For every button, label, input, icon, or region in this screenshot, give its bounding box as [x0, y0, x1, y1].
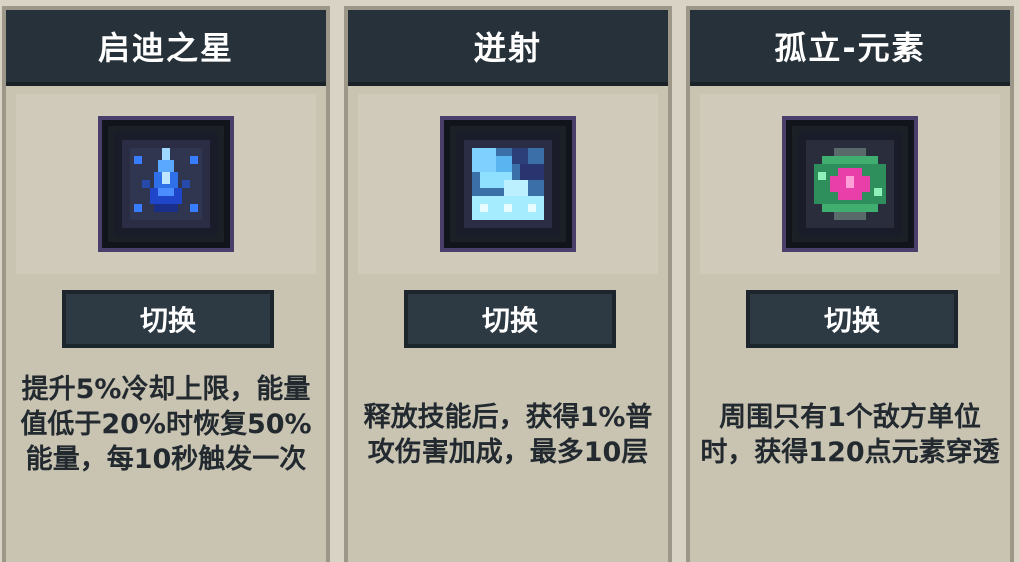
ice-shard-burst-icon	[440, 116, 576, 252]
card-description: 提升5%冷却上限，能量值低于20%时恢复50%能量，每10秒触发一次	[20, 374, 312, 475]
switch-button[interactable]: 切换	[404, 290, 616, 348]
icon-area	[358, 94, 658, 274]
pink-green-element-gem-icon	[782, 116, 918, 252]
card-title: 迸射	[348, 10, 668, 86]
talent-card-3: 孤立-元素 切换 周围只有1个敌方单位时，获得120点元素穿透	[686, 6, 1014, 562]
card-title: 孤立-元素	[690, 10, 1010, 86]
blue-crystal-star-icon	[98, 116, 234, 252]
icon-area	[16, 94, 316, 274]
card-description: 释放技能后，获得1%普攻伤害加成，最多10层	[363, 402, 653, 468]
talent-card-1: 启迪之星 切换 提升5%冷却上限，能量值低于20%时恢复50%能量，每10秒触发…	[2, 6, 330, 562]
talent-card-2: 迸射 切换 释放技能后，获得1%普攻伤害加成，最多10层	[344, 6, 672, 562]
switch-button[interactable]: 切换	[62, 290, 274, 348]
switch-button[interactable]: 切换	[746, 290, 958, 348]
icon-area	[700, 94, 1000, 274]
card-description: 周围只有1个敌方单位时，获得120点元素穿透	[700, 402, 1000, 468]
card-title: 启迪之星	[6, 10, 326, 86]
